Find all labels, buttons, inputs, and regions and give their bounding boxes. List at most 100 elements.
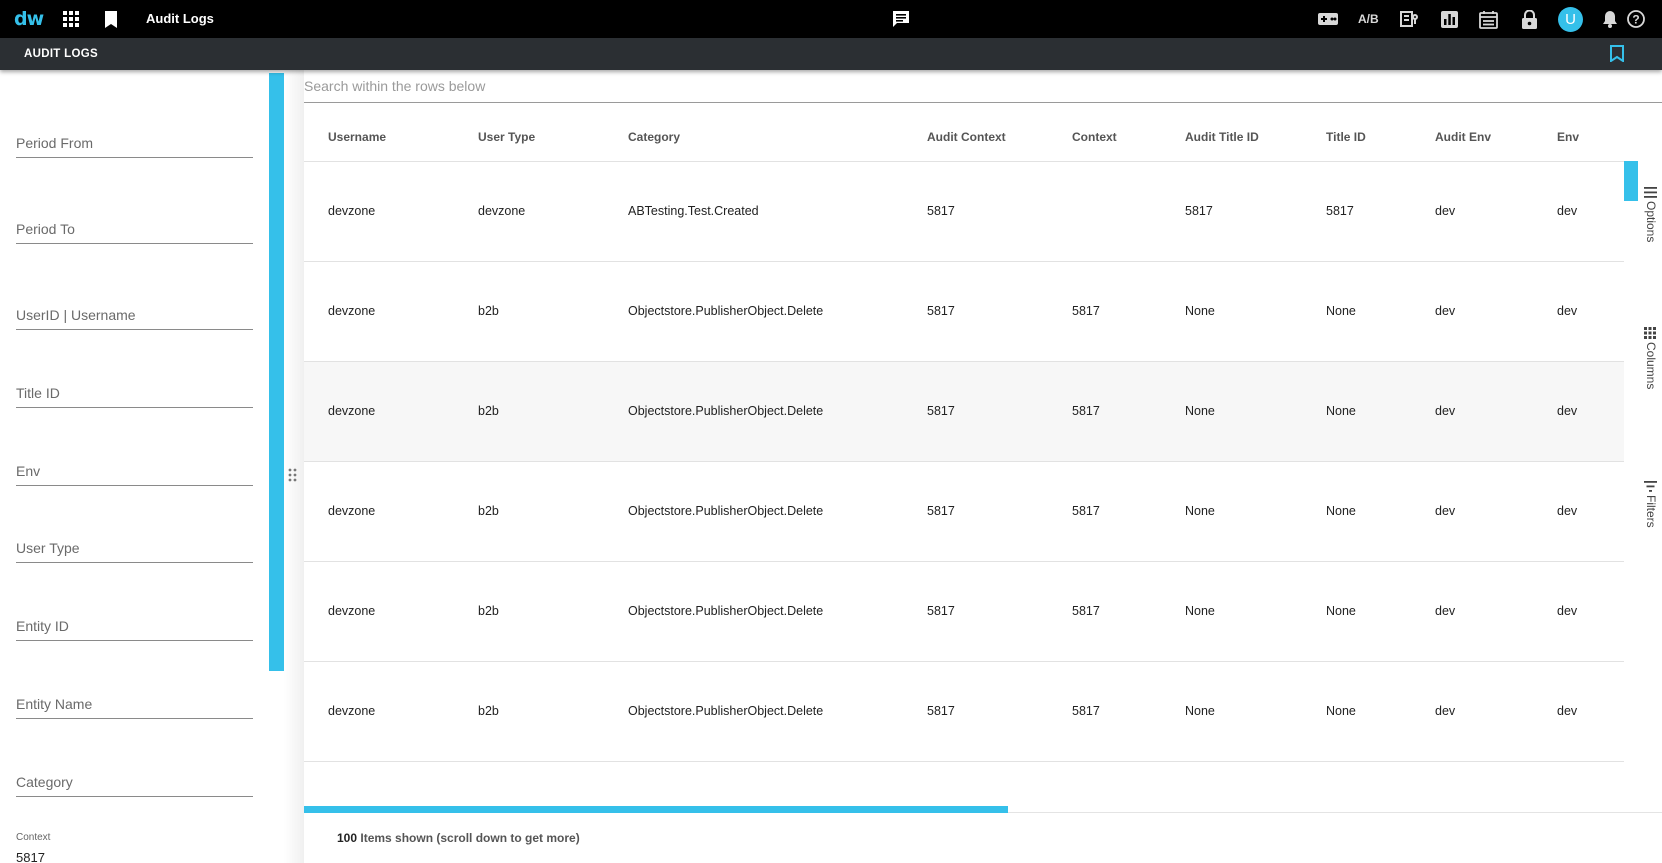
ab-testing-button[interactable]: A/B xyxy=(1358,12,1379,26)
status-message: Items shown (scroll down to get more) xyxy=(357,831,580,845)
cell-context: 5817 xyxy=(1072,404,1100,418)
cell-title-id: None xyxy=(1326,404,1356,418)
gamepad-icon[interactable] xyxy=(1318,9,1338,29)
table-horizontal-scrollbar[interactable] xyxy=(304,806,1008,813)
cell-title-id: None xyxy=(1326,604,1356,618)
field-label: Period To xyxy=(16,221,75,237)
field-label: Period From xyxy=(16,135,94,151)
cell-context: 5817 xyxy=(1072,604,1100,618)
sidebar-scrollbar[interactable] xyxy=(269,73,284,671)
column-header-context[interactable]: Context xyxy=(1072,130,1117,144)
column-header-audit-title-id[interactable]: Audit Title ID xyxy=(1185,130,1259,144)
svg-text:?: ? xyxy=(1632,13,1639,27)
table-row[interactable]: devzone b2b Objectstore.PublisherObject.… xyxy=(304,362,1624,462)
cell-username: devzone xyxy=(328,604,376,618)
cell-user-type: devzone xyxy=(478,204,526,218)
context-field-label: Context xyxy=(16,832,51,843)
env-field[interactable]: Env xyxy=(16,456,253,486)
table-row[interactable]: devzone b2b Objectstore.PublisherObject.… xyxy=(304,662,1624,762)
bell-icon[interactable] xyxy=(1600,9,1620,29)
panel-divider xyxy=(284,70,304,863)
table-row[interactable]: devzone devzone ABTesting.Test.Created 5… xyxy=(304,162,1624,262)
cell-audit-env: dev xyxy=(1435,204,1456,218)
table-vertical-scrollbar[interactable] xyxy=(1624,161,1638,201)
apps-grid-icon[interactable] xyxy=(61,9,81,29)
column-header-title-id[interactable]: Title ID xyxy=(1326,130,1366,144)
cell-env: dev xyxy=(1557,504,1578,518)
column-header-audit-context[interactable]: Audit Context xyxy=(927,130,1006,144)
cell-audit-title-id: 5817 xyxy=(1185,204,1213,218)
filters-icon xyxy=(1644,479,1658,493)
cell-audit-env: dev xyxy=(1435,404,1456,418)
cell-audit-title-id: None xyxy=(1185,704,1215,718)
user-id-username-field[interactable]: UserID | Username xyxy=(16,300,253,330)
field-label: Entity Name xyxy=(16,696,93,712)
cell-audit-title-id: None xyxy=(1185,404,1215,418)
cell-audit-context: 5817 xyxy=(927,604,955,618)
cell-username: devzone xyxy=(328,304,376,318)
column-header-category[interactable]: Category xyxy=(628,130,680,144)
period-from-field[interactable]: Period From xyxy=(16,128,253,158)
filter-sidebar: Period From Period To UserID | Username … xyxy=(0,70,270,863)
bookmark-icon[interactable] xyxy=(101,9,121,29)
cell-category: Objectstore.PublisherObject.Delete xyxy=(628,504,824,518)
cell-audit-context: 5817 xyxy=(927,204,955,218)
cell-category: ABTesting.Test.Created xyxy=(628,204,759,218)
column-header-user-type[interactable]: User Type xyxy=(478,130,535,144)
cell-env: dev xyxy=(1557,604,1578,618)
drag-handle-icon[interactable] xyxy=(288,468,300,486)
cell-title-id: None xyxy=(1326,304,1356,318)
cell-audit-env: dev xyxy=(1435,704,1456,718)
column-header-audit-env[interactable]: Audit Env xyxy=(1435,130,1491,144)
context-field[interactable]: 5817 xyxy=(16,850,45,863)
columns-tab[interactable]: Columns xyxy=(1640,326,1662,401)
column-header-env[interactable]: Env xyxy=(1557,130,1579,144)
cell-audit-env: dev xyxy=(1435,504,1456,518)
cell-username: devzone xyxy=(328,204,376,218)
entity-id-field[interactable]: Entity ID xyxy=(16,611,253,641)
bookmark-outline-icon[interactable] xyxy=(1610,45,1628,63)
field-label: Category xyxy=(16,774,73,790)
cell-username: devzone xyxy=(328,404,376,418)
filters-label: Filters xyxy=(1644,495,1658,528)
avatar[interactable]: U xyxy=(1558,7,1583,32)
cell-title-id: None xyxy=(1326,704,1356,718)
options-tab[interactable]: Options xyxy=(1640,185,1662,255)
cell-audit-title-id: None xyxy=(1185,504,1215,518)
cell-title-id: 5817 xyxy=(1326,204,1354,218)
column-header-username[interactable]: Username xyxy=(328,130,386,144)
bar-chart-icon[interactable] xyxy=(1439,9,1459,29)
app-logo[interactable]: dw xyxy=(14,8,44,30)
lock-icon[interactable] xyxy=(1519,9,1539,29)
item-count: 100 xyxy=(337,831,358,845)
search-bar xyxy=(304,70,1662,103)
category-field[interactable]: Category xyxy=(16,767,253,797)
cell-audit-context: 5817 xyxy=(927,704,955,718)
entity-name-field[interactable]: Entity Name xyxy=(16,689,253,719)
help-icon[interactable]: ? xyxy=(1626,9,1646,29)
cell-audit-title-id: None xyxy=(1185,604,1215,618)
chat-icon[interactable] xyxy=(891,9,911,29)
cell-username: devzone xyxy=(328,504,376,518)
status-text: 100 Items shown (scroll down to get more… xyxy=(337,831,580,845)
table-row[interactable]: devzone b2b Objectstore.PublisherObject.… xyxy=(304,562,1624,662)
report-icon[interactable] xyxy=(1399,9,1419,29)
filters-tab[interactable]: Filters xyxy=(1640,479,1662,544)
cell-audit-context: 5817 xyxy=(927,304,955,318)
calendar-icon[interactable] xyxy=(1478,9,1498,29)
page-title: AUDIT LOGS xyxy=(24,48,98,60)
cell-category: Objectstore.PublisherObject.Delete xyxy=(628,704,824,718)
cell-category: Objectstore.PublisherObject.Delete xyxy=(628,404,824,418)
top-bar: dw Audit Logs A/B U ? xyxy=(0,0,1662,38)
table-row[interactable]: devzone b2b Objectstore.PublisherObject.… xyxy=(304,262,1624,362)
title-id-field[interactable]: Title ID xyxy=(16,378,253,408)
cell-audit-env: dev xyxy=(1435,604,1456,618)
table-row[interactable]: devzone b2b Objectstore.PublisherObject.… xyxy=(304,462,1624,562)
user-type-field[interactable]: User Type xyxy=(16,533,253,563)
columns-icon xyxy=(1644,326,1658,340)
period-to-field[interactable]: Period To xyxy=(16,214,253,244)
cell-env: dev xyxy=(1557,704,1578,718)
cell-username: devzone xyxy=(328,704,376,718)
page-header: AUDIT LOGS xyxy=(0,38,1662,70)
search-input[interactable] xyxy=(304,78,1604,94)
